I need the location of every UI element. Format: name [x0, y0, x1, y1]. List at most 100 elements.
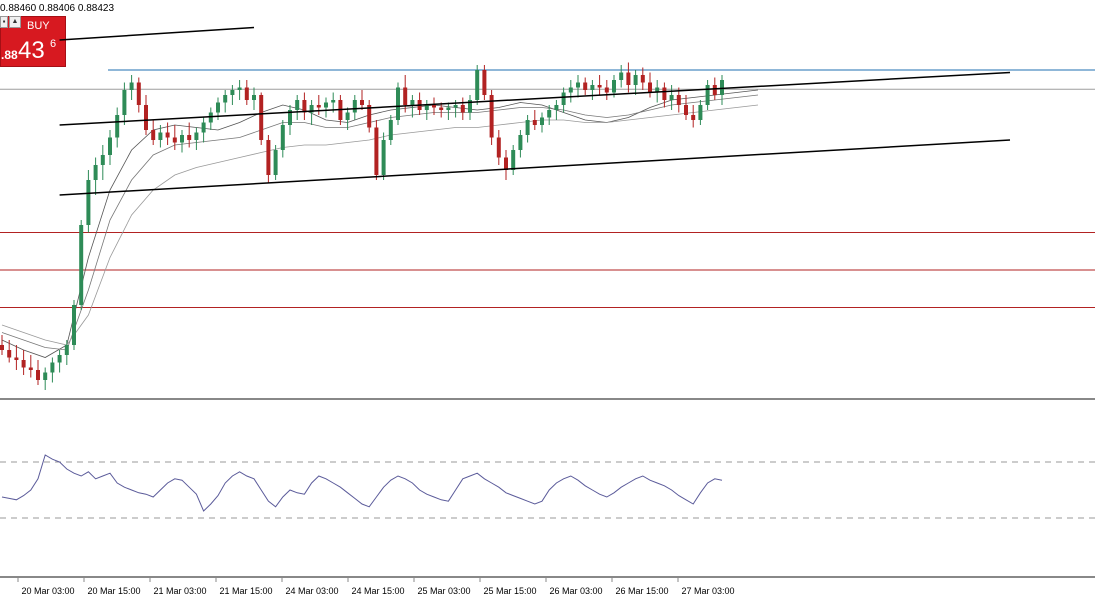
candle-body-11: [79, 225, 84, 305]
moving-average-3: [1, 104, 759, 346]
x-axis-label-2: 21 Mar 03:00: [153, 586, 206, 596]
candle-body-14: [100, 155, 105, 165]
candle-body-42: [302, 100, 307, 113]
candle-body-64: [460, 105, 465, 113]
candle-body-61: [439, 107, 444, 110]
candle-body-18: [129, 82, 134, 90]
candle-body-24: [172, 137, 177, 143]
candle-body-27: [194, 132, 199, 140]
candle-body-19: [136, 82, 141, 105]
candle-body-29: [208, 112, 213, 123]
candle-body-8: [57, 355, 62, 363]
candle-body-9: [64, 345, 69, 355]
x-axis-label-4: 24 Mar 03:00: [285, 586, 338, 596]
candle-body-46: [331, 100, 336, 103]
candle-body-81: [583, 82, 588, 90]
candle-body-12: [86, 180, 91, 225]
candle-body-98: [705, 85, 710, 105]
candle-body-17: [122, 90, 127, 115]
candle-body-23: [165, 132, 170, 138]
candle-body-90: [648, 82, 652, 93]
candle-body-13: [93, 165, 98, 180]
candle-body-69: [496, 137, 501, 158]
candle-body-82: [590, 85, 595, 90]
candle-body-26: [187, 135, 192, 140]
candle-body-99: [712, 85, 717, 95]
candle-body-33: [237, 87, 242, 90]
candle-body-39: [280, 125, 285, 150]
candle-body-54: [388, 120, 393, 140]
candle-body-70: [504, 157, 508, 170]
candle-body-53: [381, 140, 386, 175]
candle-body-62: [446, 107, 451, 110]
candle-body-77: [554, 105, 559, 110]
trendline-top_partial: [59, 26, 255, 41]
candle-body-57: [410, 100, 415, 105]
candle-body-92: [662, 87, 667, 100]
candle-body-21: [151, 130, 156, 140]
trendline-lower_channel: [59, 139, 1011, 196]
candle-body-73: [525, 120, 530, 135]
candle-body-31: [223, 95, 228, 103]
x-axis-label-6: 25 Mar 03:00: [417, 586, 470, 596]
x-axis-label-3: 21 Mar 15:00: [219, 586, 272, 596]
candle-body-35: [252, 95, 256, 100]
x-axis-label-5: 24 Mar 15:00: [351, 586, 404, 596]
candle-body-60: [432, 105, 436, 108]
candle-body-67: [482, 70, 487, 95]
candle-body-83: [597, 85, 602, 88]
candle-body-48: [345, 112, 350, 120]
candle-body-44: [316, 105, 321, 108]
candle-body-45: [324, 102, 328, 108]
rsi-line: [1, 454, 723, 512]
candle-body-30: [216, 102, 220, 113]
candle-body-84: [604, 87, 609, 93]
candle-body-10: [72, 305, 76, 345]
candle-body-85: [612, 80, 616, 93]
candle-body-66: [475, 70, 480, 100]
x-axis-label-1: 20 Mar 15:00: [87, 586, 140, 596]
candle-body-88: [633, 75, 638, 85]
candle-body-63: [453, 105, 458, 108]
candle-body-94: [676, 95, 681, 105]
candle-body-20: [144, 105, 148, 130]
candle-body-2: [14, 357, 19, 360]
candle-body-15: [108, 137, 112, 155]
candle-body-1: [7, 350, 12, 358]
candle-body-4: [28, 367, 33, 370]
candle-body-55: [396, 87, 400, 120]
candle-body-96: [691, 115, 696, 120]
candle-body-100: [720, 80, 724, 95]
candle-body-74: [532, 120, 537, 125]
candle-body-5: [36, 370, 40, 380]
candle-body-52: [374, 127, 379, 175]
candle-body-3: [21, 360, 26, 368]
x-axis-label-10: 27 Mar 03:00: [681, 586, 734, 596]
candle-body-97: [698, 105, 703, 120]
candle-body-87: [626, 72, 631, 85]
candle-body-78: [561, 92, 566, 105]
candle-body-59: [424, 105, 429, 110]
candle-body-49: [352, 100, 357, 113]
x-axis-label-8: 26 Mar 03:00: [549, 586, 602, 596]
candle-body-80: [576, 82, 580, 88]
candle-body-7: [50, 362, 55, 373]
candle-body-95: [684, 105, 688, 115]
candle-body-56: [403, 87, 408, 105]
candle-body-50: [360, 100, 364, 105]
price-chart[interactable]: 20 Mar 03:00 20 Mar 15:00 21 Mar 03:00 21 M…: [0, 0, 1095, 600]
candle-body-93: [669, 95, 674, 100]
candle-body-32: [230, 90, 235, 95]
candle-body-22: [158, 132, 163, 140]
candle-body-36: [259, 95, 264, 140]
x-axis-label-7: 25 Mar 15:00: [483, 586, 536, 596]
candle-body-34: [244, 87, 249, 100]
candle-body-75: [540, 117, 544, 125]
x-axis-label-9: 26 Mar 15:00: [615, 586, 668, 596]
x-axis-label-0: 20 Mar 03:00: [21, 586, 74, 596]
candle-body-6: [43, 372, 48, 380]
candle-body-86: [619, 72, 624, 80]
candle-body-28: [201, 122, 206, 133]
candle-body-37: [266, 140, 271, 175]
candle-body-76: [547, 110, 552, 118]
